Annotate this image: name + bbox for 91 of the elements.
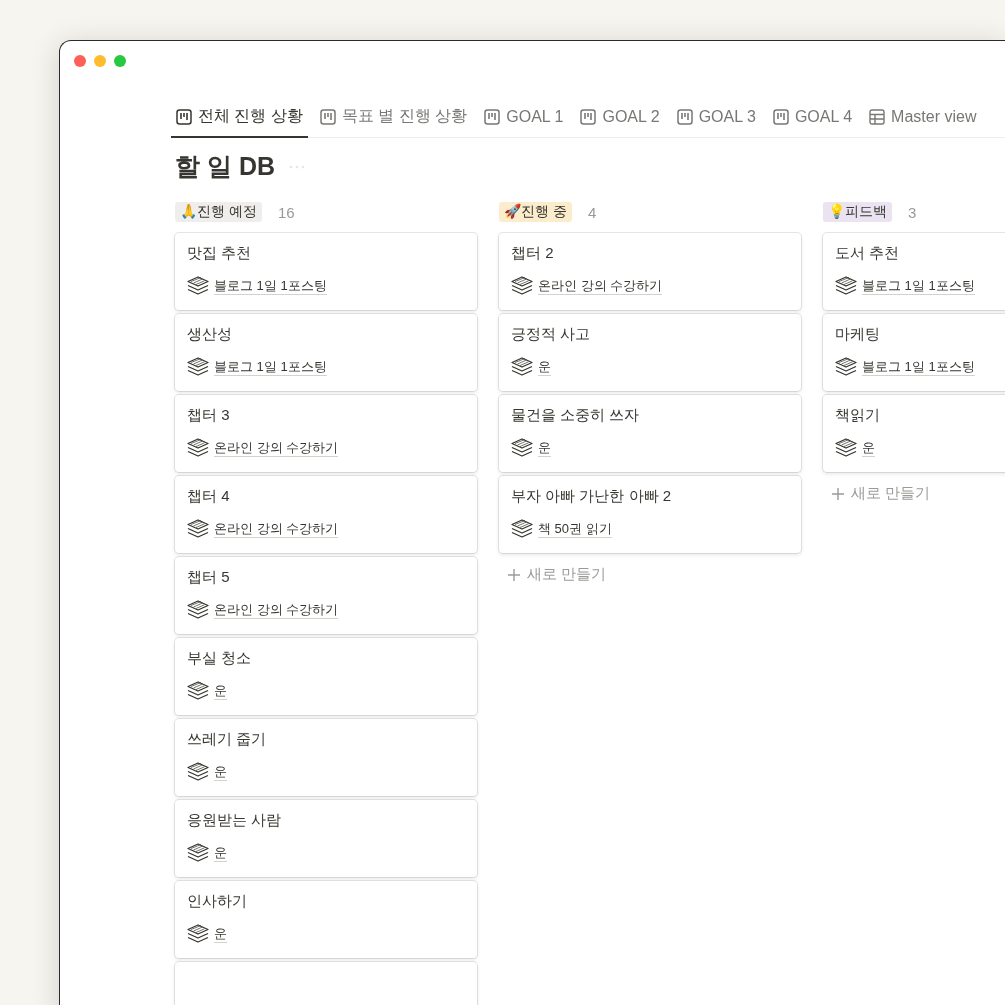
layers-icon xyxy=(835,357,857,377)
card-title: 챕터 4 xyxy=(187,487,231,506)
board-icon xyxy=(580,108,597,125)
card-title: 챕터 3 xyxy=(187,406,231,425)
card-count: 4 xyxy=(587,203,597,221)
relation-link[interactable]: 운 xyxy=(214,682,227,700)
task-card[interactable]: 챕터 4 온라인 강의 수강하기 xyxy=(175,476,477,553)
status-tag: 🙏진행 예정 xyxy=(175,202,262,222)
layers-icon xyxy=(187,681,209,701)
card-title: 인사하기 xyxy=(187,892,248,911)
card-title: 긍정적 사고 xyxy=(511,325,592,344)
card-title: 쓰레기 줍기 xyxy=(187,730,268,749)
layers-icon xyxy=(835,438,857,458)
card-title: 책읽기 xyxy=(835,406,881,425)
view-tab[interactable]: Master view xyxy=(864,100,982,138)
task-card[interactable]: 물건을 소중히 쓰자 운 xyxy=(499,395,801,472)
layers-icon xyxy=(187,600,209,620)
layers-icon xyxy=(511,276,533,296)
relation-link[interactable]: 블로그 1일 1포스팅 xyxy=(862,358,975,376)
view-tab[interactable]: GOAL 1 xyxy=(479,100,569,138)
card-title: 챕터 2 xyxy=(511,244,555,263)
relation-link[interactable]: 온라인 강의 수강하기 xyxy=(214,520,339,538)
card-title: 물건을 소중히 쓰자 xyxy=(511,406,641,425)
relation-link[interactable]: 운 xyxy=(214,763,227,781)
relation-link[interactable]: 책 50권 읽기 xyxy=(538,520,612,538)
layers-icon xyxy=(187,438,209,458)
task-card[interactable]: 부자 아빠 가난한 아빠 2 책 50권 읽기 xyxy=(499,476,801,553)
layers-icon xyxy=(187,762,209,782)
layers-icon xyxy=(511,357,533,377)
view-tab[interactable]: 목표 별 진행 상황 xyxy=(314,100,473,138)
board-icon xyxy=(319,108,336,125)
layers-icon xyxy=(511,519,533,539)
relation-link[interactable]: 블로그 1일 1포스팅 xyxy=(214,277,327,295)
layers-icon xyxy=(511,438,533,458)
more-icon[interactable] xyxy=(289,164,305,169)
card-title: 도서 추천 xyxy=(835,244,901,263)
status-tag: 🚀진행 중 xyxy=(499,202,572,222)
layers-icon xyxy=(835,276,857,296)
card-count: 3 xyxy=(908,203,917,221)
relation-link[interactable]: 운 xyxy=(538,358,551,376)
close-button[interactable] xyxy=(74,55,86,67)
relation-link[interactable]: 운 xyxy=(538,439,551,457)
relation-link[interactable]: 온라인 강의 수강하기 xyxy=(214,439,339,457)
card-title: 마케팅 xyxy=(835,325,881,344)
card-title: 부자 아빠 가난한 아빠 2 xyxy=(511,487,672,506)
relation-link[interactable]: 운 xyxy=(214,925,227,943)
card-title: 응원받는 사람 xyxy=(187,811,283,830)
task-card[interactable]: 챕터 3 온라인 강의 수강하기 xyxy=(175,395,477,472)
card-title: 부실 청소 xyxy=(187,649,253,668)
layers-icon xyxy=(187,357,209,377)
board-icon xyxy=(176,108,192,125)
plus-icon xyxy=(507,567,521,582)
card-title: 챕터 5 xyxy=(187,568,231,587)
task-card[interactable]: 맛집 추천 블로그 1일 1포스팅 xyxy=(175,233,477,310)
relation-link[interactable]: 블로그 1일 1포스팅 xyxy=(214,358,327,376)
view-tab[interactable]: GOAL 2 xyxy=(575,100,665,138)
maximize-button[interactable] xyxy=(114,55,126,67)
relation-link[interactable]: 블로그 1일 1포스팅 xyxy=(862,277,975,295)
plus-icon xyxy=(831,486,845,501)
card-title: 생산성 xyxy=(187,325,233,344)
task-card[interactable]: 인사하기 운 xyxy=(175,881,477,958)
status-tag: 💡피드백 xyxy=(823,202,892,222)
board-icon xyxy=(676,108,693,125)
task-card[interactable]: 도서 추천 블로그 1일 1포스팅 xyxy=(823,233,1005,310)
task-card[interactable]: 긍정적 사고 운 xyxy=(499,314,801,391)
task-card[interactable]: 생산성 블로그 1일 1포스팅 xyxy=(175,314,477,391)
task-card[interactable]: 챕터 5 온라인 강의 수강하기 xyxy=(175,557,477,634)
task-card[interactable]: 응원받는 사람 운 xyxy=(175,800,477,877)
relation-link[interactable]: 운 xyxy=(214,844,227,862)
task-card[interactable]: 부실 청소 운 xyxy=(175,638,477,715)
task-card[interactable]: 책읽기 운 xyxy=(823,395,1005,472)
relation-link[interactable]: 온라인 강의 수강하기 xyxy=(214,601,339,619)
board-icon xyxy=(484,108,501,125)
task-card[interactable]: 챕터 2 온라인 강의 수강하기 xyxy=(499,233,801,310)
layers-icon xyxy=(187,276,209,296)
minimize-button[interactable] xyxy=(94,55,106,67)
relation-link[interactable]: 온라인 강의 수강하기 xyxy=(538,277,663,295)
view-tab[interactable]: 전체 진행 상황 xyxy=(171,100,308,138)
table-icon xyxy=(869,108,886,125)
view-tab[interactable]: GOAL 3 xyxy=(671,100,761,138)
card-count: 16 xyxy=(277,203,295,221)
card-title: 맛집 추천 xyxy=(187,244,253,263)
task-card[interactable]: 마케팅 블로그 1일 1포스팅 xyxy=(823,314,1005,391)
board-icon xyxy=(772,108,789,125)
layers-icon xyxy=(187,924,209,944)
layers-icon xyxy=(187,519,209,539)
task-card[interactable]: 쓰레기 줍기 운 xyxy=(175,719,477,796)
relation-link[interactable]: 운 xyxy=(862,439,875,457)
layers-icon xyxy=(187,843,209,863)
page-title: 할 일 DB xyxy=(175,151,275,182)
view-tab[interactable]: GOAL 4 xyxy=(767,100,858,138)
